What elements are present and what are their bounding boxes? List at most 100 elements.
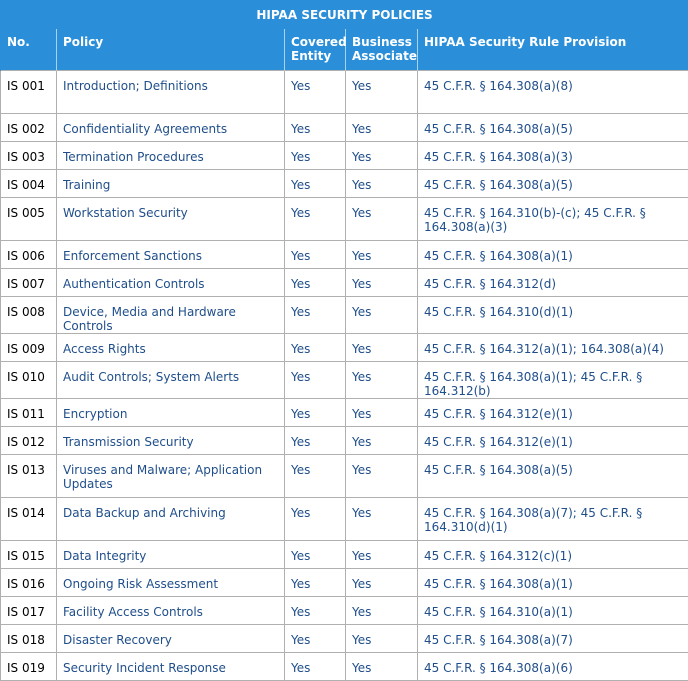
covered-entity-value: Yes — [285, 541, 346, 569]
provision-value: 45 C.F.R. § 164.308(a)(7) — [418, 625, 688, 653]
table-row: IS 014Data Backup and ArchivingYesYes45 … — [1, 498, 688, 541]
business-associate-value: Yes — [346, 569, 418, 597]
business-associate-value: Yes — [346, 297, 418, 334]
provision-value: 45 C.F.R. § 164.312(e)(1) — [418, 427, 688, 455]
business-associate-value: Yes — [346, 170, 418, 198]
policy-name: Introduction; Definitions — [57, 71, 285, 114]
row-number: IS 011 — [1, 399, 57, 427]
business-associate-value: Yes — [346, 142, 418, 170]
business-associate-value: Yes — [346, 241, 418, 269]
business-associate-value: Yes — [346, 455, 418, 498]
row-number: IS 013 — [1, 455, 57, 498]
business-associate-value: Yes — [346, 541, 418, 569]
provision-value: 45 C.F.R. § 164.308(a)(5) — [418, 455, 688, 498]
table-row: IS 006Enforcement SanctionsYesYes45 C.F.… — [1, 241, 688, 269]
policy-name: Confidentiality Agreements — [57, 114, 285, 142]
covered-entity-value: Yes — [285, 625, 346, 653]
policy-name: Security Incident Response — [57, 653, 285, 681]
policy-name: Audit Controls; System Alerts — [57, 362, 285, 399]
hipaa-policies-table: HIPAA SECURITY POLICIES No. Policy Cover… — [0, 0, 688, 681]
row-number: IS 016 — [1, 569, 57, 597]
row-number: IS 014 — [1, 498, 57, 541]
provision-value: 45 C.F.R. § 164.308(a)(6) — [418, 653, 688, 681]
business-associate-value: Yes — [346, 653, 418, 681]
covered-entity-value: Yes — [285, 569, 346, 597]
table-row: IS 005Workstation SecurityYesYes45 C.F.R… — [1, 198, 688, 241]
covered-entity-value: Yes — [285, 170, 346, 198]
policy-name: Transmission Security — [57, 427, 285, 455]
business-associate-value: Yes — [346, 362, 418, 399]
column-header-covered-entity: Covered Entity — [285, 29, 346, 71]
business-associate-value: Yes — [346, 399, 418, 427]
row-number: IS 001 — [1, 71, 57, 114]
row-number: IS 015 — [1, 541, 57, 569]
provision-value: 45 C.F.R. § 164.312(c)(1) — [418, 541, 688, 569]
table-row: IS 016Ongoing Risk AssessmentYesYes45 C.… — [1, 569, 688, 597]
covered-entity-value: Yes — [285, 362, 346, 399]
table-row: IS 018Disaster RecoveryYesYes45 C.F.R. §… — [1, 625, 688, 653]
policy-name: Termination Procedures — [57, 142, 285, 170]
business-associate-value: Yes — [346, 498, 418, 541]
table-row: IS 009Access RightsYesYes45 C.F.R. § 164… — [1, 334, 688, 362]
covered-entity-value: Yes — [285, 71, 346, 114]
provision-value: 45 C.F.R. § 164.308(a)(3) — [418, 142, 688, 170]
table-row: IS 003Termination ProceduresYesYes45 C.F… — [1, 142, 688, 170]
business-associate-value: Yes — [346, 597, 418, 625]
policy-name: Enforcement Sanctions — [57, 241, 285, 269]
table-row: IS 015Data IntegrityYesYes45 C.F.R. § 16… — [1, 541, 688, 569]
policy-name: Data Integrity — [57, 541, 285, 569]
business-associate-value: Yes — [346, 334, 418, 362]
business-associate-value: Yes — [346, 269, 418, 297]
row-number: IS 009 — [1, 334, 57, 362]
policy-name: Access Rights — [57, 334, 285, 362]
row-number: IS 003 — [1, 142, 57, 170]
policy-name: Training — [57, 170, 285, 198]
table-row: IS 012Transmission SecurityYesYes45 C.F.… — [1, 427, 688, 455]
table-row: IS 002Confidentiality AgreementsYesYes45… — [1, 114, 688, 142]
business-associate-value: Yes — [346, 71, 418, 114]
business-associate-value: Yes — [346, 198, 418, 241]
policy-name: Authentication Controls — [57, 269, 285, 297]
provision-value: 45 C.F.R. § 164.308(a)(7); 45 C.F.R. § 1… — [418, 498, 688, 541]
policy-name: Data Backup and Archiving — [57, 498, 285, 541]
row-number: IS 004 — [1, 170, 57, 198]
column-header-provision: HIPAA Security Rule Provision — [418, 29, 688, 71]
row-number: IS 002 — [1, 114, 57, 142]
table-row: IS 008Device, Media and Hardware Control… — [1, 297, 688, 334]
row-number: IS 018 — [1, 625, 57, 653]
column-header-policy: Policy — [57, 29, 285, 71]
policy-name: Facility Access Controls — [57, 597, 285, 625]
row-number: IS 010 — [1, 362, 57, 399]
table-row: IS 004TrainingYesYes45 C.F.R. § 164.308(… — [1, 170, 688, 198]
covered-entity-value: Yes — [285, 427, 346, 455]
row-number: IS 019 — [1, 653, 57, 681]
covered-entity-value: Yes — [285, 269, 346, 297]
policy-name: Disaster Recovery — [57, 625, 285, 653]
table-row: IS 019Security Incident ResponseYesYes45… — [1, 653, 688, 681]
table-row: IS 007Authentication ControlsYesYes45 C.… — [1, 269, 688, 297]
provision-value: 45 C.F.R. § 164.312(a)(1); 164.308(a)(4) — [418, 334, 688, 362]
provision-value: 45 C.F.R. § 164.310(d)(1) — [418, 297, 688, 334]
policy-name: Ongoing Risk Assessment — [57, 569, 285, 597]
covered-entity-value: Yes — [285, 297, 346, 334]
policy-name: Encryption — [57, 399, 285, 427]
row-number: IS 012 — [1, 427, 57, 455]
provision-value: 45 C.F.R. § 164.310(b)-(c); 45 C.F.R. § … — [418, 198, 688, 241]
provision-value: 45 C.F.R. § 164.312(d) — [418, 269, 688, 297]
provision-value: 45 C.F.R. § 164.310(a)(1) — [418, 597, 688, 625]
table-row: IS 013Viruses and Malware; Application U… — [1, 455, 688, 498]
covered-entity-value: Yes — [285, 399, 346, 427]
table-row: IS 010Audit Controls; System AlertsYesYe… — [1, 362, 688, 399]
row-number: IS 008 — [1, 297, 57, 334]
column-header-no: No. — [1, 29, 57, 71]
covered-entity-value: Yes — [285, 114, 346, 142]
policy-name: Workstation Security — [57, 198, 285, 241]
row-number: IS 017 — [1, 597, 57, 625]
covered-entity-value: Yes — [285, 198, 346, 241]
covered-entity-value: Yes — [285, 597, 346, 625]
policy-name: Device, Media and Hardware Controls — [57, 297, 285, 334]
covered-entity-value: Yes — [285, 334, 346, 362]
table-title: HIPAA SECURITY POLICIES — [1, 1, 688, 29]
provision-value: 45 C.F.R. § 164.312(e)(1) — [418, 399, 688, 427]
row-number: IS 005 — [1, 198, 57, 241]
